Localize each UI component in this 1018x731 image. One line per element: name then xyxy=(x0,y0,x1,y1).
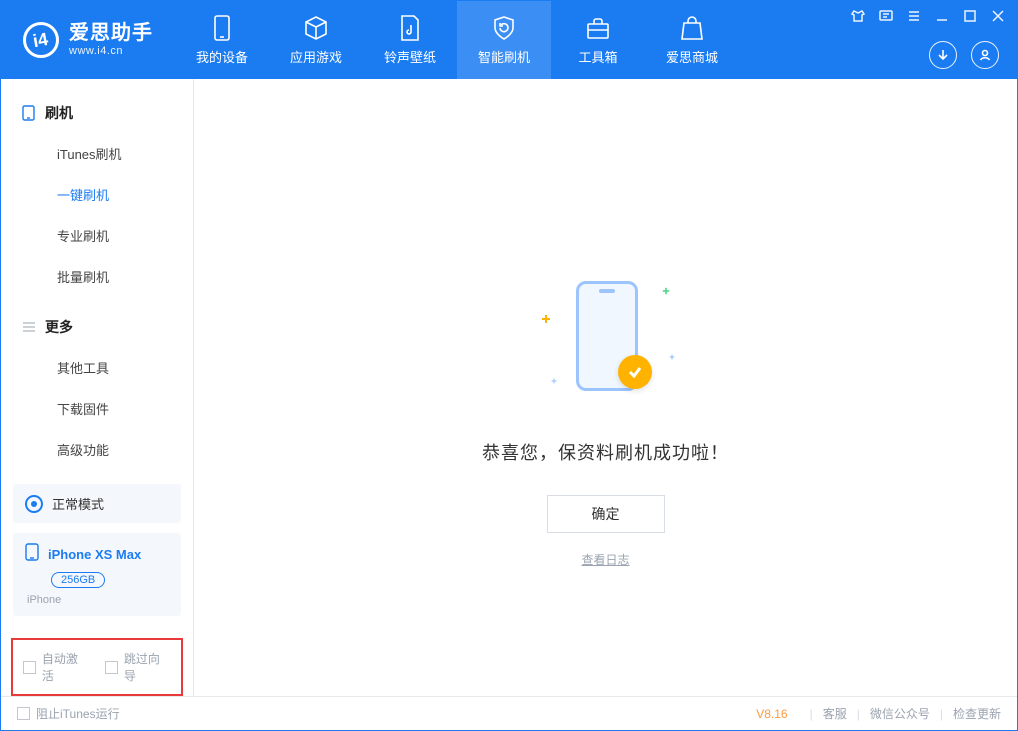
body: 刷机 iTunes刷机 一键刷机 专业刷机 批量刷机 更多 其他工具 下载固件 … xyxy=(1,79,1017,696)
tab-apps[interactable]: 应用游戏 xyxy=(269,1,363,79)
sparkle-icon xyxy=(669,355,674,360)
footer-right: V8.16 | 客服 | 微信公众号 | 检查更新 xyxy=(756,705,1001,722)
minimize-button[interactable] xyxy=(935,9,949,23)
checkmark-badge-icon xyxy=(618,355,652,389)
app-title: 爱思助手 xyxy=(69,22,153,45)
bag-icon xyxy=(679,15,705,41)
checkbox-label: 跳过向导 xyxy=(124,650,171,684)
menu-icon[interactable] xyxy=(907,9,921,23)
sidebar-group-more: 更多 xyxy=(1,307,193,347)
ok-button[interactable]: 确定 xyxy=(547,495,665,533)
device-icon xyxy=(21,106,36,121)
device-mode-card[interactable]: 正常模式 xyxy=(13,484,181,523)
tab-label: 我的设备 xyxy=(196,47,248,66)
header: i4 爱思助手 www.i4.cn 我的设备 应用游戏 铃声壁纸 智能刷机 xyxy=(1,1,1017,79)
sparkle-icon xyxy=(551,379,556,384)
footer: 阻止iTunes运行 V8.16 | 客服 | 微信公众号 | 检查更新 xyxy=(1,696,1017,730)
sparkle-icon xyxy=(542,315,550,323)
tab-ringtone[interactable]: 铃声壁纸 xyxy=(363,1,457,79)
sidebar-group-label: 更多 xyxy=(45,317,73,337)
tab-label: 铃声壁纸 xyxy=(384,47,436,66)
footer-link-wechat[interactable]: 微信公众号 xyxy=(870,705,930,722)
app-logo: i4 爱思助手 www.i4.cn xyxy=(1,1,175,79)
device-type: iPhone xyxy=(27,594,61,606)
device-name: iPhone XS Max xyxy=(48,547,141,562)
tab-my-device[interactable]: 我的设备 xyxy=(175,1,269,79)
checkbox-icon xyxy=(17,707,30,720)
sidebar-item-oneclick-flash[interactable]: 一键刷机 xyxy=(1,174,193,215)
success-illustration xyxy=(536,279,676,399)
app-subtitle: www.i4.cn xyxy=(69,45,153,58)
success-message: 恭喜您，保资料刷机成功啦！ xyxy=(482,439,729,465)
checkbox-block-itunes[interactable]: 阻止iTunes运行 xyxy=(17,705,120,722)
version-label: V8.16 xyxy=(756,707,787,721)
shield-refresh-icon xyxy=(491,15,517,41)
checkbox-skip-guide[interactable]: 跳过向导 xyxy=(105,650,171,684)
logo-icon: i4 xyxy=(23,22,59,58)
sidebar-group-flash: 刷机 xyxy=(1,93,193,133)
shirt-icon[interactable] xyxy=(851,9,865,23)
checkbox-icon xyxy=(23,661,36,674)
sidebar-item-pro-flash[interactable]: 专业刷机 xyxy=(1,215,193,256)
view-log-link[interactable]: 查看日志 xyxy=(581,551,629,568)
sidebar-item-download-firmware[interactable]: 下载固件 xyxy=(1,388,193,429)
device-capacity-badge: 256GB xyxy=(51,572,105,588)
account-button[interactable] xyxy=(971,41,999,69)
sidebar-item-batch-flash[interactable]: 批量刷机 xyxy=(1,256,193,297)
list-icon xyxy=(21,320,36,335)
sidebar-item-other-tools[interactable]: 其他工具 xyxy=(1,347,193,388)
app-window: i4 爱思助手 www.i4.cn 我的设备 应用游戏 铃声壁纸 智能刷机 xyxy=(0,0,1018,731)
tab-flash[interactable]: 智能刷机 xyxy=(457,1,551,79)
highlighted-options: 自动激活 跳过向导 xyxy=(11,638,183,696)
device-mode-label: 正常模式 xyxy=(52,494,104,513)
header-action-icons xyxy=(929,41,1005,69)
device-info-card[interactable]: iPhone XS Max 256GB iPhone xyxy=(13,533,181,616)
window-controls xyxy=(851,9,1005,23)
maximize-button[interactable] xyxy=(963,9,977,23)
sidebar-group-label: 刷机 xyxy=(45,103,73,123)
device-panel: 正常模式 iPhone XS Max 256GB iPhone xyxy=(13,484,181,626)
music-file-icon xyxy=(397,15,423,41)
checkbox-auto-activate[interactable]: 自动激活 xyxy=(23,650,89,684)
phone-icon xyxy=(209,15,235,41)
tab-label: 工具箱 xyxy=(578,47,617,66)
mode-icon xyxy=(25,495,43,513)
header-right xyxy=(851,1,1017,79)
sidebar: 刷机 iTunes刷机 一键刷机 专业刷机 批量刷机 更多 其他工具 下载固件 … xyxy=(1,79,194,696)
footer-link-update[interactable]: 检查更新 xyxy=(953,705,1001,722)
main-content: 恭喜您，保资料刷机成功啦！ 确定 查看日志 xyxy=(194,79,1017,696)
footer-link-support[interactable]: 客服 xyxy=(823,705,847,722)
cube-icon xyxy=(303,15,329,41)
checkbox-icon xyxy=(105,661,118,674)
checkbox-label: 自动激活 xyxy=(42,650,89,684)
tab-label: 智能刷机 xyxy=(478,47,530,66)
feedback-icon[interactable] xyxy=(879,9,893,23)
close-button[interactable] xyxy=(991,9,1005,23)
download-button[interactable] xyxy=(929,41,957,69)
tab-label: 爱思商城 xyxy=(666,47,718,66)
checkbox-label: 阻止iTunes运行 xyxy=(36,705,120,722)
sidebar-item-advanced[interactable]: 高级功能 xyxy=(1,429,193,466)
tab-store[interactable]: 爱思商城 xyxy=(645,1,739,79)
sidebar-item-itunes-flash[interactable]: iTunes刷机 xyxy=(1,133,193,174)
toolbox-icon xyxy=(585,15,611,41)
phone-small-icon xyxy=(25,543,39,566)
nav-tabs: 我的设备 应用游戏 铃声壁纸 智能刷机 工具箱 爱思商城 xyxy=(175,1,739,79)
sparkle-icon xyxy=(662,288,668,294)
tab-toolbox[interactable]: 工具箱 xyxy=(551,1,645,79)
tab-label: 应用游戏 xyxy=(290,47,342,66)
